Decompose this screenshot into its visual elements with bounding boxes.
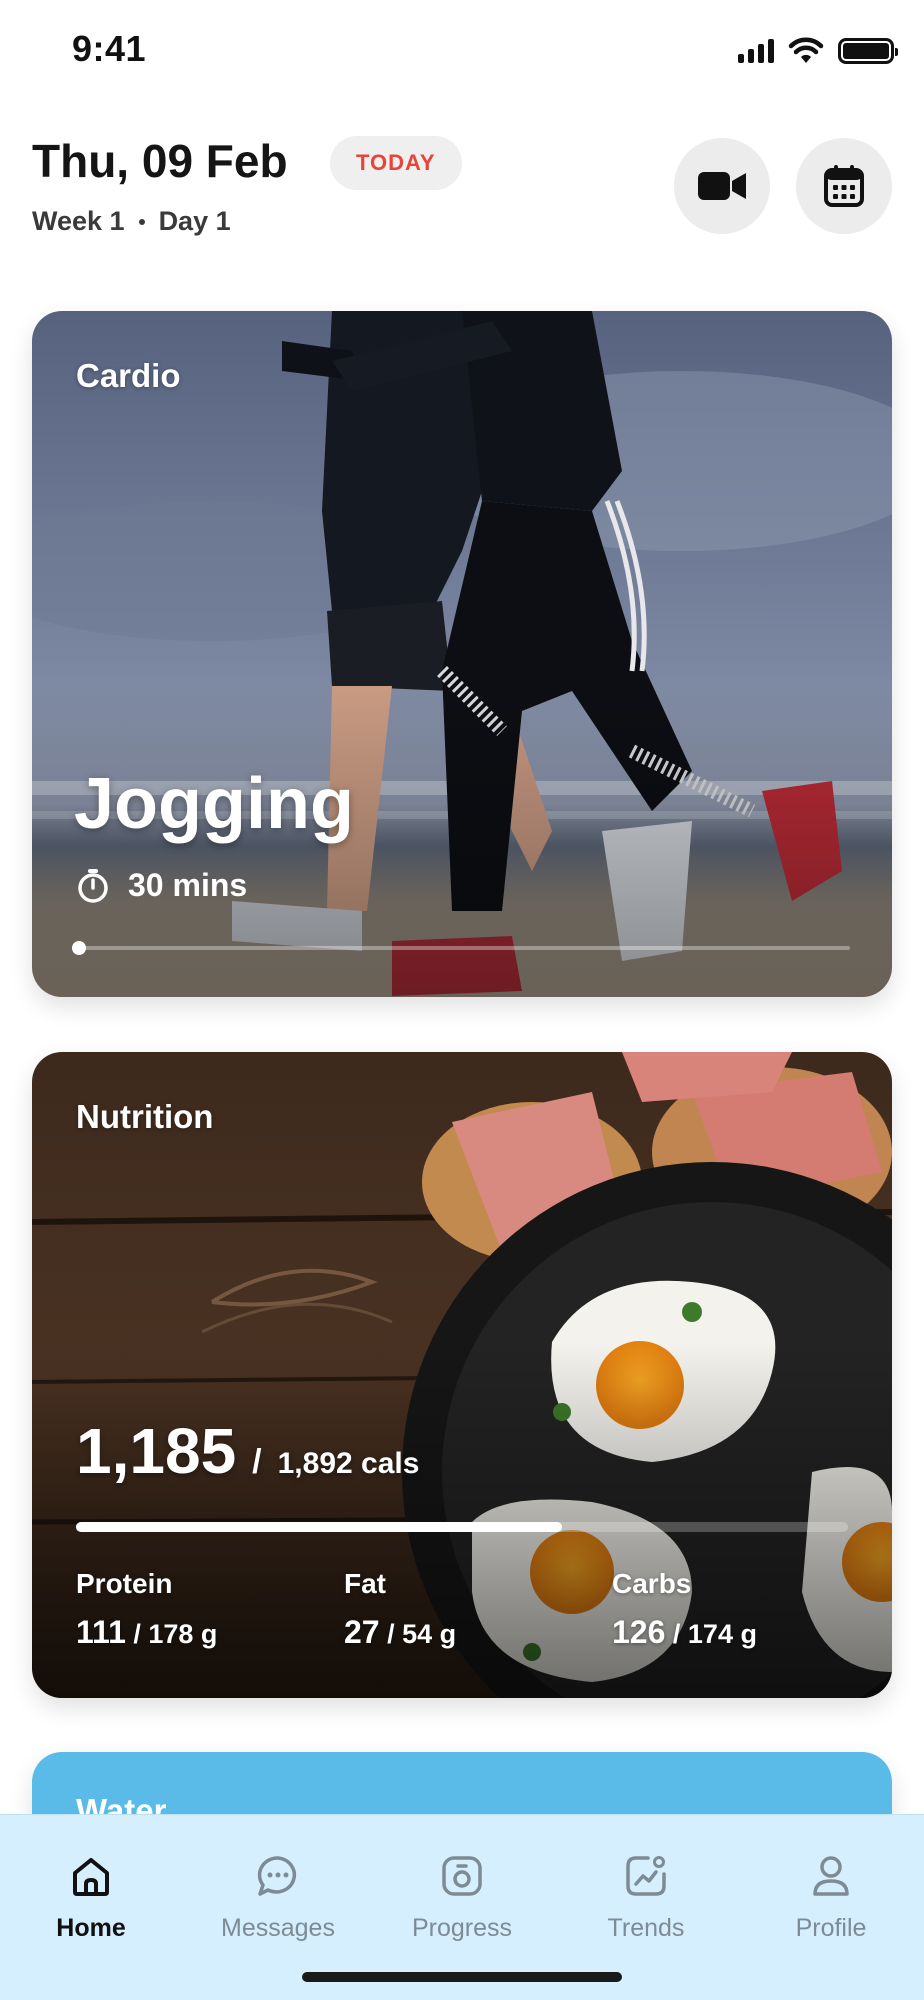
nav-label: Trends — [607, 1913, 685, 1942]
nav-item-profile[interactable]: Profile — [756, 1815, 906, 1965]
nav-label: Profile — [795, 1913, 867, 1942]
macro-goal: / 54 g — [387, 1619, 457, 1649]
cellular-signal-icon — [738, 39, 774, 63]
week-label: Week 1 — [32, 206, 125, 236]
status-icons — [738, 36, 898, 66]
nav-item-messages[interactable]: Messages — [203, 1815, 353, 1965]
macro-value: 111 / 178 g — [76, 1614, 217, 1651]
macro-value: 27 / 54 g — [344, 1614, 456, 1651]
calorie-progress-fill — [76, 1522, 563, 1532]
trends-icon — [626, 1855, 666, 1896]
macro-amount: 126 — [612, 1614, 666, 1650]
week-day-label: Week 1 Day 1 — [32, 206, 231, 237]
macro-amount: 27 — [344, 1614, 380, 1650]
separator-dot — [138, 218, 145, 225]
activity-duration: 30 mins — [76, 867, 247, 904]
macro-amount: 111 — [76, 1614, 126, 1650]
progress-icon — [442, 1855, 482, 1896]
macro-goal: / 178 g — [133, 1619, 218, 1649]
nav-item-home[interactable]: Home — [16, 1815, 166, 1965]
macro-breakdown: Protein 111 / 178 g Fat 27 / 54 g Carbs … — [76, 1568, 876, 1658]
messages-icon — [257, 1855, 296, 1896]
video-camera-icon — [698, 172, 746, 200]
calorie-separator: / — [252, 1443, 262, 1481]
macro-name: Protein — [76, 1568, 173, 1599]
video-call-button[interactable] — [674, 138, 770, 234]
macro-goal: / 174 g — [672, 1619, 757, 1649]
macro-fat: Fat 27 / 54 g — [344, 1568, 456, 1651]
calendar-icon — [824, 165, 864, 207]
macro-name: Carbs — [612, 1568, 692, 1599]
cardio-progress-track[interactable] — [72, 941, 850, 955]
calorie-summary: 1,185 / 1,892 cals — [76, 1414, 419, 1488]
cardio-label: Cardio — [76, 357, 181, 394]
macro-carbs: Carbs 126 / 174 g — [612, 1568, 757, 1651]
calorie-progress-bar — [76, 1522, 848, 1532]
macro-protein: Protein 111 / 178 g — [76, 1568, 217, 1651]
nav-label: Progress — [411, 1913, 513, 1942]
profile-icon — [813, 1855, 849, 1896]
nav-label: Home — [56, 1913, 126, 1942]
macro-name: Fat — [344, 1568, 386, 1599]
day-label: Day 1 — [158, 206, 231, 236]
calendar-button[interactable] — [796, 138, 892, 234]
activity-title: Jogging — [74, 764, 354, 844]
home-indicator — [302, 1972, 622, 1982]
nav-item-trends[interactable]: Trends — [571, 1815, 721, 1965]
nav-label: Messages — [221, 1913, 335, 1942]
battery-icon — [838, 38, 898, 64]
macro-value: 126 / 174 g — [612, 1614, 757, 1651]
status-time: 9:41 — [72, 28, 147, 69]
calorie-goal: 1,892 cals — [277, 1447, 420, 1480]
day-header: Thu, 09 Feb TODAY Week 1 Day 1 — [32, 130, 892, 250]
date-title: Thu, 09 Feb — [32, 135, 288, 187]
cardio-card[interactable]: Cardio Jogging 30 mins — [32, 311, 892, 997]
stopwatch-icon — [78, 868, 108, 903]
nutrition-card[interactable]: Nutrition 1,185 / 1,892 cals Protein 111… — [32, 1052, 892, 1698]
duration-text: 30 mins — [128, 867, 248, 903]
today-badge[interactable]: TODAY — [330, 136, 462, 190]
nutrition-label: Nutrition — [76, 1098, 214, 1135]
calories-consumed: 1,185 — [76, 1415, 237, 1487]
home-icon — [73, 1857, 109, 1896]
status-bar: 9:41 — [0, 0, 924, 100]
cardio-progress-knob[interactable] — [72, 941, 86, 955]
nav-item-progress[interactable]: Progress — [387, 1815, 537, 1965]
wifi-icon — [788, 37, 824, 63]
